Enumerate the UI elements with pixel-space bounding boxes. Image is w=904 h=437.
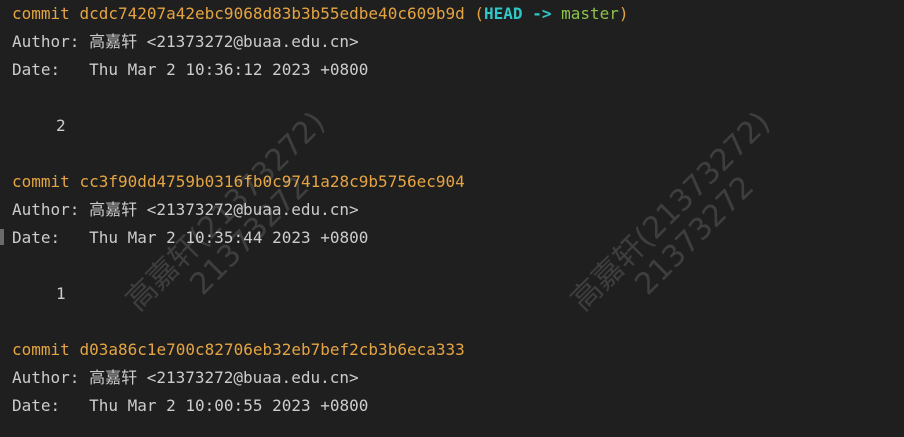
head-ref: HEAD	[484, 4, 523, 23]
commit-line: commit cc3f90dd4759b0316fb0c9741a28c9b57…	[12, 168, 904, 196]
commit-message: 1	[56, 284, 66, 303]
scroll-marker	[0, 229, 4, 245]
author-line: Author: 高嘉轩 <21373272@buaa.edu.cn>	[12, 200, 359, 219]
commit-keyword: commit	[12, 172, 70, 191]
git-log-terminal[interactable]: commit dcdc74207a42ebc9068d83b3b55edbe40…	[0, 0, 904, 437]
author-line: Author: 高嘉轩 <21373272@buaa.edu.cn>	[12, 368, 359, 387]
commit-line: commit dcdc74207a42ebc9068d83b3b55edbe40…	[12, 0, 904, 28]
date-line: Date: Thu Mar 2 10:36:12 2023 +0800	[12, 60, 369, 79]
date-line: Date: Thu Mar 2 10:00:55 2023 +0800	[12, 396, 369, 415]
ref-close-paren: )	[618, 4, 629, 23]
commit-line: commit d03a86c1e700c82706eb32eb7bef2cb3b…	[12, 336, 904, 364]
branch-ref: master	[561, 4, 619, 23]
commit-hash: dcdc74207a42ebc9068d83b3b55edbe40c609b9d	[79, 4, 465, 23]
ref-open-paren: (	[474, 4, 485, 23]
date-line: Date: Thu Mar 2 10:35:44 2023 +0800	[12, 228, 369, 247]
commit-hash: cc3f90dd4759b0316fb0c9741a28c9b5756ec904	[79, 172, 465, 191]
author-line: Author: 高嘉轩 <21373272@buaa.edu.cn>	[12, 32, 359, 51]
commit-keyword: commit	[12, 340, 70, 359]
commit-message: 2	[56, 116, 66, 135]
commit-keyword: commit	[12, 4, 70, 23]
commit-hash: d03a86c1e700c82706eb32eb7bef2cb3b6eca333	[79, 340, 465, 359]
ref-arrow: ->	[532, 4, 552, 23]
